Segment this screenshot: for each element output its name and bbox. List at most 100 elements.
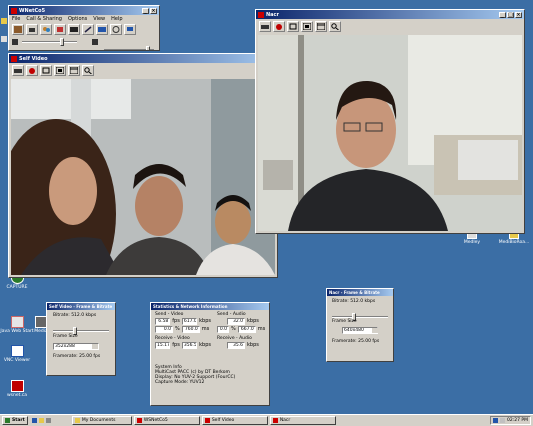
stat-row: 35.6 kbps [217,341,267,349]
mic-volume-slider[interactable] [22,38,77,46]
desktop-icon-wsnet[interactable]: wsnet.ca [0,380,34,398]
settings-button[interactable] [124,24,136,35]
chat-icon [98,27,106,32]
menu-item-file[interactable]: File [12,16,20,22]
ie-icon[interactable] [31,418,37,423]
app-icon [136,418,142,423]
panel-title: Self Video - Frame & Bitrate [49,304,113,309]
remote-video-titlebar[interactable]: Nacr _ □ × [256,10,524,19]
taskbar-item-wsnetco[interactable]: WSNetCo5 [133,416,200,425]
record-button[interactable] [110,24,122,35]
remote-video-frame [258,35,522,231]
speaker-volume-slider[interactable] [104,46,154,50]
window-size-small-button[interactable] [40,65,52,76]
call-button[interactable] [26,24,38,35]
users-button[interactable] [40,24,52,35]
computer-icon[interactable] [1,36,7,42]
record-icon [29,67,35,74]
record-button[interactable] [26,65,38,76]
window-size-medium-button[interactable] [54,65,66,76]
app-icon [11,7,17,14]
volume-icon[interactable] [500,418,505,423]
chat-button[interactable] [96,24,108,35]
stat-value: 6.58 [155,317,171,325]
snapshot-button[interactable] [259,21,271,32]
address-book-icon [14,26,22,33]
window-title: Nacr [266,11,279,18]
stat-value: 35.6 [227,341,245,349]
whiteboard-button[interactable] [82,24,94,35]
minimize-button[interactable]: _ [499,11,506,18]
snapshot-button[interactable] [12,65,24,76]
close-button[interactable]: × [515,11,522,18]
main-app-titlebar[interactable]: WNetCo5 _ × [9,6,159,15]
maximize-button[interactable]: □ [507,11,514,18]
framerate-label: Framerate: 25.00 fps [53,354,101,359]
framerate-label: Framerate: 25.00 fps [332,339,380,344]
desktop-icon[interactable] [45,418,51,423]
desktop-icon-label: wsnet.ca [6,393,28,398]
stat-value: 15.17 [155,341,171,349]
window-large-icon [317,23,325,30]
desktop-icon-folder[interactable]: MediBioRoa... [496,233,532,245]
zoom-button[interactable] [82,65,94,76]
stat-row: 6.58 fps 617.0 kbps [155,317,211,325]
frame-size-value: 352x288 [55,344,75,349]
taskbar-item-self-video[interactable]: Self Video [201,416,268,425]
stat-unit: % [231,326,236,332]
taskbar-item-documents[interactable]: My Documents [71,416,132,425]
speaker-icon [92,39,98,45]
menu-item-call[interactable]: Call & Sharing [26,16,62,22]
vnc-icon [10,345,24,357]
network-icon[interactable] [493,418,498,423]
frame-size-value: 640x480 [344,328,364,333]
record-icon [112,26,120,33]
window-size-medium-button[interactable] [301,21,313,32]
video-button[interactable] [68,24,80,35]
desktop-icon-java[interactable]: Java Web Start [0,316,34,334]
self-video-window: Self Video [8,53,278,278]
frame-size-label: Frame Size [53,334,78,339]
panel-title: Statistics & Network Information [153,304,228,309]
stats-panel-titlebar[interactable]: Statistics & Network Information [151,303,269,310]
minimize-button[interactable]: _ [142,7,149,14]
remote-panel-titlebar[interactable]: Nacr - Frame & Bitrate [327,289,393,296]
app-icon [10,380,24,392]
remote-video-toolbar [256,19,524,34]
stat-row: 0.0% 667.0 ms [217,325,267,333]
stat-row: 0.0% 760.0 ms [155,325,211,333]
window-size-large-button[interactable] [315,21,327,32]
window-size-large-button[interactable] [68,65,80,76]
zoom-button[interactable] [329,21,341,32]
menu-item-help[interactable]: Help [111,16,122,22]
send-settings-panel: Self Video - Frame & Bitrate Bitrate: 51… [46,302,116,376]
address-book-button[interactable] [12,24,24,35]
menu-item-view[interactable]: View [93,16,105,22]
folder-icon[interactable] [1,18,7,24]
desktop-icon-label: Java Web Start [0,329,34,334]
stat-value: 760.0 [181,325,200,333]
window-medium-icon [56,67,64,74]
desktop-icon-label: MediBioRoa... [498,240,530,245]
self-video-titlebar[interactable]: Self Video [9,54,277,63]
share-button[interactable] [54,24,66,35]
close-button[interactable]: × [150,7,157,14]
stat-value: 0.0 [155,325,173,333]
self-video-image [11,79,275,275]
desktop-icon-vnc[interactable]: VNC Viewer [0,345,34,363]
menu-item-options[interactable]: Options [68,16,87,22]
remote-video-window: Nacr _ □ × [255,9,525,234]
app-icon [258,11,264,18]
start-button[interactable]: Start [2,416,28,425]
record-button[interactable] [273,21,285,32]
folder-icon[interactable] [38,418,44,423]
taskbar-item-nacr[interactable]: Nacr [269,416,336,425]
system-info-group: System Info MultiCast PACC (c) by DT Ber… [155,365,267,385]
send-panel-titlebar[interactable]: Self Video - Frame & Bitrate [47,303,115,310]
app-icon [204,418,210,423]
clock[interactable]: 02:27 PM [507,417,528,424]
window-size-small-button[interactable] [287,21,299,32]
desktop-icon-medley[interactable]: Medley [458,233,486,245]
task-label: Nacr [279,418,291,423]
bitrate-label: Bitrate: 512.0 kbps [53,313,97,318]
